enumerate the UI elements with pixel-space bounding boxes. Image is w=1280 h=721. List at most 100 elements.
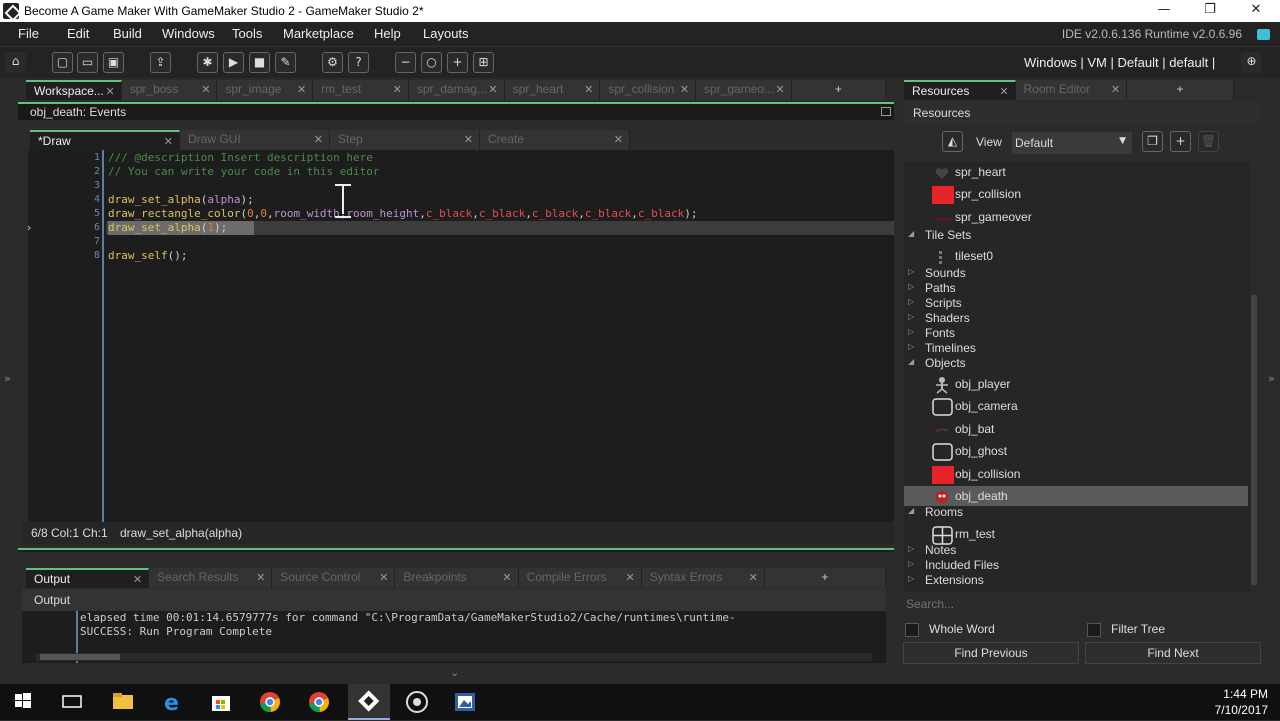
tab-spr-gameover[interactable]: spr_gameo... ✕ bbox=[696, 80, 792, 100]
tab-spr-heart[interactable]: spr_heart ✕ bbox=[504, 80, 601, 100]
export-icon[interactable]: ⇪ bbox=[150, 52, 171, 73]
tree-item[interactable]: obj_bat bbox=[904, 419, 1248, 439]
tree-folder[interactable]: ▷ Scripts bbox=[904, 296, 1248, 311]
close-tab-icon[interactable]: ✕ bbox=[379, 571, 388, 584]
task-view-icon[interactable] bbox=[60, 690, 86, 714]
close-tab-icon[interactable]: ✕ bbox=[749, 571, 758, 584]
collapsed-triangle-icon[interactable]: ▷ bbox=[908, 267, 914, 276]
menu-tools[interactable]: Tools bbox=[232, 26, 262, 41]
tree-item[interactable]: rm_test bbox=[904, 524, 1248, 545]
chat-icon[interactable] bbox=[1257, 29, 1270, 40]
collapsed-triangle-icon[interactable]: ▷ bbox=[908, 282, 914, 291]
close-tab-icon[interactable]: ✕ bbox=[164, 135, 173, 148]
tab-syntax-errors[interactable]: Syntax Errors ✕ bbox=[641, 568, 765, 588]
obs-icon[interactable] bbox=[404, 690, 430, 714]
open-project-icon[interactable]: ▭ bbox=[77, 52, 98, 73]
save-icon[interactable]: ▣ bbox=[103, 52, 124, 73]
system-clock[interactable]: 1:44 PM 7/10/2017 bbox=[1215, 686, 1268, 718]
close-tab-icon[interactable]: ✕ bbox=[680, 83, 689, 96]
add-resource-icon[interactable]: + bbox=[1170, 131, 1191, 152]
windows-start-icon[interactable] bbox=[12, 690, 38, 714]
home-icon[interactable]: ⌂ bbox=[5, 52, 26, 73]
tab-draw-gui[interactable]: Draw GUI ✕ bbox=[180, 130, 330, 150]
tab-spr-collision[interactable]: spr_collision ✕ bbox=[600, 80, 697, 100]
workspace-icon[interactable]: ⊞ bbox=[473, 52, 494, 73]
tab-spr-image[interactable]: spr_image ✕ bbox=[217, 80, 314, 100]
tree-item[interactable]: tileset0 bbox=[904, 246, 1248, 266]
tab-room-editor[interactable]: Room Editor ✕ bbox=[1015, 80, 1128, 100]
tree-item[interactable]: obj_camera bbox=[904, 396, 1248, 416]
close-tab-icon[interactable]: ✕ bbox=[297, 83, 306, 96]
close-tab-icon[interactable]: ✕ bbox=[201, 83, 210, 96]
view-dropdown[interactable]: Default ▼ bbox=[1012, 132, 1132, 154]
tree-item[interactable]: spr_gameover bbox=[904, 207, 1248, 227]
close-tab-icon[interactable]: ✕ bbox=[256, 571, 265, 584]
edge-browser-icon[interactable]: e bbox=[160, 690, 186, 716]
tab-rm-test[interactable]: rm_test ✕ bbox=[313, 80, 409, 100]
chrome-icon[interactable] bbox=[257, 690, 283, 714]
collapsed-triangle-icon[interactable]: ▷ bbox=[908, 312, 914, 321]
collapsed-triangle-icon[interactable]: ▷ bbox=[908, 342, 914, 351]
menu-file[interactable]: File bbox=[18, 26, 39, 41]
collapsed-triangle-icon[interactable]: ▷ bbox=[908, 574, 914, 583]
tab-compile-errors[interactable]: Compile Errors ✕ bbox=[518, 568, 642, 588]
scrollbar-thumb[interactable] bbox=[1251, 295, 1257, 585]
close-tab-icon[interactable]: ✕ bbox=[584, 83, 593, 96]
close-tab-icon[interactable]: ✕ bbox=[625, 571, 634, 584]
target-selector[interactable]: Windows | VM | Default | default | bbox=[1024, 55, 1215, 70]
collapsed-triangle-icon[interactable]: ▷ bbox=[908, 544, 914, 553]
tree-folder[interactable]: ▷ Paths bbox=[904, 281, 1248, 296]
tree-folder[interactable]: ▷ Sounds bbox=[904, 266, 1248, 281]
add-tab-button[interactable]: + bbox=[1127, 80, 1235, 100]
close-tab-icon[interactable]: ✕ bbox=[999, 85, 1008, 98]
settings-icon[interactable]: ⚙ bbox=[322, 52, 343, 73]
tree-folder[interactable]: ▷ Extensions bbox=[904, 573, 1248, 588]
close-tab-icon[interactable]: ✕ bbox=[488, 83, 497, 96]
tab-search-results[interactable]: Search Results ✕ bbox=[149, 568, 273, 588]
menu-layouts[interactable]: Layouts bbox=[423, 26, 469, 41]
copy-icon[interactable]: ❐ bbox=[1142, 131, 1163, 152]
close-tab-icon[interactable]: ✕ bbox=[776, 83, 785, 96]
tab-workspace[interactable]: Workspace... ✕ bbox=[26, 80, 122, 100]
collapse-all-icon[interactable]: ◭ bbox=[942, 131, 963, 152]
output-horizontal-scrollbar[interactable] bbox=[36, 653, 872, 661]
tab-source-control[interactable]: Source Control ✕ bbox=[272, 568, 396, 588]
stop-icon[interactable]: ■ bbox=[249, 52, 270, 73]
zoom-in-icon[interactable]: + bbox=[447, 52, 468, 73]
tab-step[interactable]: Step ✕ bbox=[330, 130, 480, 150]
tree-folder[interactable]: ▷ Included Files bbox=[904, 558, 1248, 573]
new-project-icon[interactable]: ▢ bbox=[52, 52, 73, 73]
tab-output[interactable]: Output ✕ bbox=[26, 568, 150, 588]
tree-folder[interactable]: ▷ Timelines bbox=[904, 341, 1248, 356]
close-button[interactable]: ✕ bbox=[1236, 2, 1276, 17]
collapsed-triangle-icon[interactable]: ▷ bbox=[908, 297, 914, 306]
expanded-triangle-icon[interactable]: ◢ bbox=[908, 506, 914, 515]
tree-folder[interactable]: ◢ Rooms bbox=[904, 505, 1248, 520]
target-settings-icon[interactable]: ⊕ bbox=[1241, 52, 1262, 73]
code-editor[interactable]: › 1 2 3 4 5 6 7 8 /// @description Inser… bbox=[27, 150, 894, 522]
panel-splitter[interactable] bbox=[18, 548, 894, 552]
expanded-triangle-icon[interactable]: ◢ bbox=[908, 229, 914, 238]
tree-item[interactable]: spr_heart bbox=[904, 162, 1248, 182]
menu-marketplace[interactable]: Marketplace bbox=[283, 26, 354, 41]
zoom-reset-icon[interactable]: ○ bbox=[421, 52, 442, 73]
image-editor-icon[interactable] bbox=[452, 690, 478, 714]
collapsed-triangle-icon[interactable]: ▷ bbox=[908, 559, 914, 568]
find-next-button[interactable]: Find Next bbox=[1085, 642, 1261, 664]
run-icon[interactable]: ▶ bbox=[223, 52, 244, 73]
store-icon[interactable] bbox=[208, 690, 234, 714]
menu-build[interactable]: Build bbox=[113, 26, 142, 41]
tree-folder[interactable]: ▷ Notes bbox=[904, 543, 1248, 558]
add-tab-button[interactable]: + bbox=[791, 80, 886, 100]
delete-icon[interactable]: 🗑 bbox=[1198, 131, 1219, 152]
close-tab-icon[interactable]: ✕ bbox=[133, 573, 142, 586]
collapse-down-icon[interactable]: ⌄ bbox=[450, 666, 459, 679]
whole-word-checkbox[interactable] bbox=[905, 623, 919, 637]
find-previous-button[interactable]: Find Previous bbox=[903, 642, 1079, 664]
tree-folder[interactable]: ▷ Fonts bbox=[904, 326, 1248, 341]
collapse-left-icon[interactable]: » bbox=[4, 372, 11, 385]
debug-icon[interactable]: ✱ bbox=[197, 52, 218, 73]
close-tab-icon[interactable]: ✕ bbox=[314, 133, 323, 146]
close-tab-icon[interactable]: ✕ bbox=[393, 83, 402, 96]
minimize-button[interactable]: — bbox=[1144, 2, 1184, 17]
